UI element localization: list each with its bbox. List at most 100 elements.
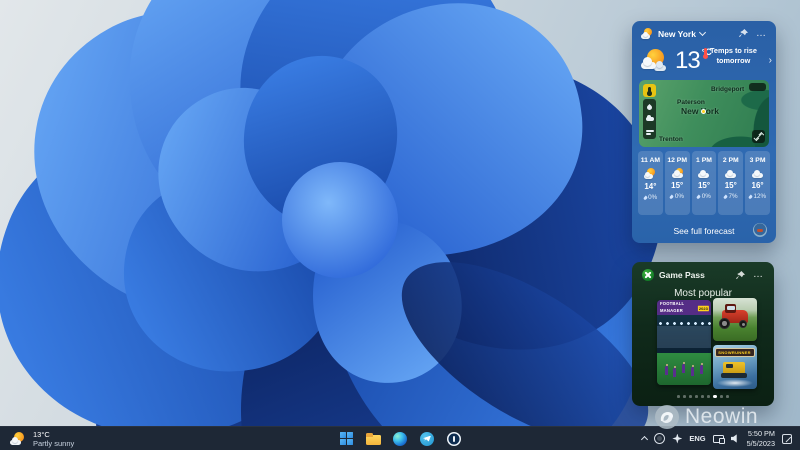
map-label-bridgeport: Bridgeport [711, 86, 744, 93]
language-indicator[interactable]: ENG [689, 434, 705, 443]
weather-map[interactable]: Bridgeport Paterson New York Trenton [639, 80, 769, 147]
truck-image [723, 362, 745, 374]
game-tile-football-manager[interactable]: FOOTBALL MANAGER 2023 [657, 300, 711, 385]
more-options-icon[interactable]: … [756, 32, 767, 36]
edge-browser-button[interactable] [391, 430, 409, 448]
pagination-dot[interactable] [713, 395, 716, 398]
expand-arrows-icon [755, 133, 762, 140]
current-weather-icon [641, 49, 669, 73]
pagination-dot[interactable] [677, 395, 680, 398]
taskbar-weather-button[interactable]: 13°C Partly sunny [0, 430, 200, 448]
weather-headline[interactable]: Temps to rise tomorrow [704, 46, 762, 66]
hourly-forecast: 11 AM 14° 0% 12 PM 15° 0% 1 PM 15° 0% 2 … [638, 151, 770, 215]
droplet-icon [748, 194, 753, 199]
tray-app-icon[interactable] [654, 433, 665, 444]
map-collapsed-control[interactable] [749, 83, 766, 91]
headline-line2: tomorrow [710, 56, 757, 66]
weather-location-dropdown[interactable]: New York [641, 28, 705, 39]
map-layer-precipitation-button[interactable] [643, 101, 656, 113]
volume-icon[interactable] [731, 434, 740, 443]
weather-widget[interactable]: New York … 13 °C Temps to rise tomorrow … [632, 21, 776, 243]
pagination-dot[interactable] [707, 395, 710, 398]
droplet-icon [723, 194, 728, 199]
pagination-dot[interactable] [701, 395, 704, 398]
pagination-dot[interactable] [720, 395, 723, 398]
cloud-icon [646, 117, 654, 121]
clock-date: 5/5/2023 [747, 439, 775, 448]
hour-label: 11 AM [641, 157, 660, 164]
stadium-lights [657, 322, 711, 325]
hour-label: 1 PM [696, 157, 712, 164]
hour-precip: 12% [754, 193, 767, 200]
map-label-trenton: Trenton [659, 136, 683, 143]
hourly-cell[interactable]: 3 PM 16° 12% [745, 151, 770, 215]
pagination-dot[interactable] [689, 395, 692, 398]
map-layer-wind-button[interactable] [643, 125, 656, 137]
hourly-cell[interactable]: 2 PM 15° 7% [718, 151, 743, 215]
wind-icon [646, 130, 654, 132]
weather-location-label: New York [658, 29, 696, 39]
hourly-cell[interactable]: 12 PM 15° 0% [665, 151, 690, 215]
hidden-icons-chevron[interactable] [641, 436, 648, 443]
taskbar-weather-temp: 13°C [33, 430, 74, 439]
map-layer-temperature-button[interactable] [643, 84, 656, 97]
chevron-down-icon [699, 29, 706, 36]
network-icon[interactable] [713, 435, 724, 443]
stadium-crowd [657, 326, 711, 348]
pen-workspace-icon[interactable] [782, 434, 792, 444]
cloudy-icon [724, 168, 737, 178]
taskbar-weather-condition: Partly sunny [33, 439, 74, 448]
hourly-cell[interactable]: 11 AM 14° 0% [638, 151, 663, 215]
hour-temp: 14° [644, 182, 656, 191]
map-expand-button[interactable] [752, 130, 765, 143]
hour-precip: 7% [728, 193, 737, 200]
droplet-icon [643, 195, 648, 200]
onepassword-icon [447, 432, 461, 446]
hour-label: 2 PM [723, 157, 739, 164]
hourly-cell[interactable]: 1 PM 15° 0% [692, 151, 717, 215]
game-tile-snowrunner[interactable]: SNOWRUNNER [713, 345, 757, 389]
thermometer-icon [704, 48, 707, 57]
current-temperature: 13 [675, 47, 700, 75]
see-full-forecast-link[interactable]: See full forecast [674, 226, 735, 236]
map-location-dot [701, 109, 706, 114]
weather-condition-icon [10, 432, 27, 446]
gamepass-title: Game Pass [659, 270, 705, 280]
sparkle-tray-icon[interactable] [672, 434, 682, 444]
map-layer-cloud-button[interactable] [643, 113, 656, 125]
droplet-icon [696, 194, 701, 199]
chevron-right-icon[interactable]: › [769, 55, 772, 66]
hour-temp: 15° [698, 181, 710, 190]
file-explorer-button[interactable] [364, 430, 382, 448]
pin-icon[interactable] [736, 271, 745, 280]
map-label-paterson: Paterson [677, 99, 705, 106]
hour-precip: 0% [648, 194, 657, 201]
onepassword-button[interactable] [445, 430, 463, 448]
clock-time: 5:50 PM [748, 429, 775, 438]
pagination-dot[interactable] [695, 395, 698, 398]
windows-logo-icon [340, 432, 353, 445]
thermometer-icon [648, 87, 651, 94]
football-manager-logo: FOOTBALL MANAGER 2023 [657, 300, 711, 315]
telegram-button[interactable] [418, 430, 436, 448]
hour-label: 3 PM [750, 157, 766, 164]
clock[interactable]: 5:50 PM 5/5/2023 [747, 429, 775, 447]
pagination-dots [632, 395, 774, 398]
pin-icon[interactable] [739, 29, 748, 38]
headline-line1: Temps to rise [710, 46, 757, 56]
pagination-dot[interactable] [726, 395, 729, 398]
snowrunner-logo: SNOWRUNNER [715, 348, 755, 357]
start-button[interactable] [337, 430, 355, 448]
pagination-dot[interactable] [683, 395, 686, 398]
game-tile-farming-simulator[interactable] [713, 298, 757, 341]
folder-icon [366, 435, 381, 445]
telegram-icon [420, 432, 434, 446]
droplet-icon [646, 103, 653, 110]
cloudy-icon [697, 168, 710, 178]
more-options-icon[interactable]: … [753, 273, 764, 277]
hour-temp: 15° [725, 181, 737, 190]
edge-icon [393, 432, 407, 446]
hour-precip: 0% [702, 193, 711, 200]
hour-temp: 16° [752, 181, 764, 190]
gamepass-widget[interactable]: Game Pass … Most popular FOOTBALL MANAGE… [632, 262, 774, 406]
